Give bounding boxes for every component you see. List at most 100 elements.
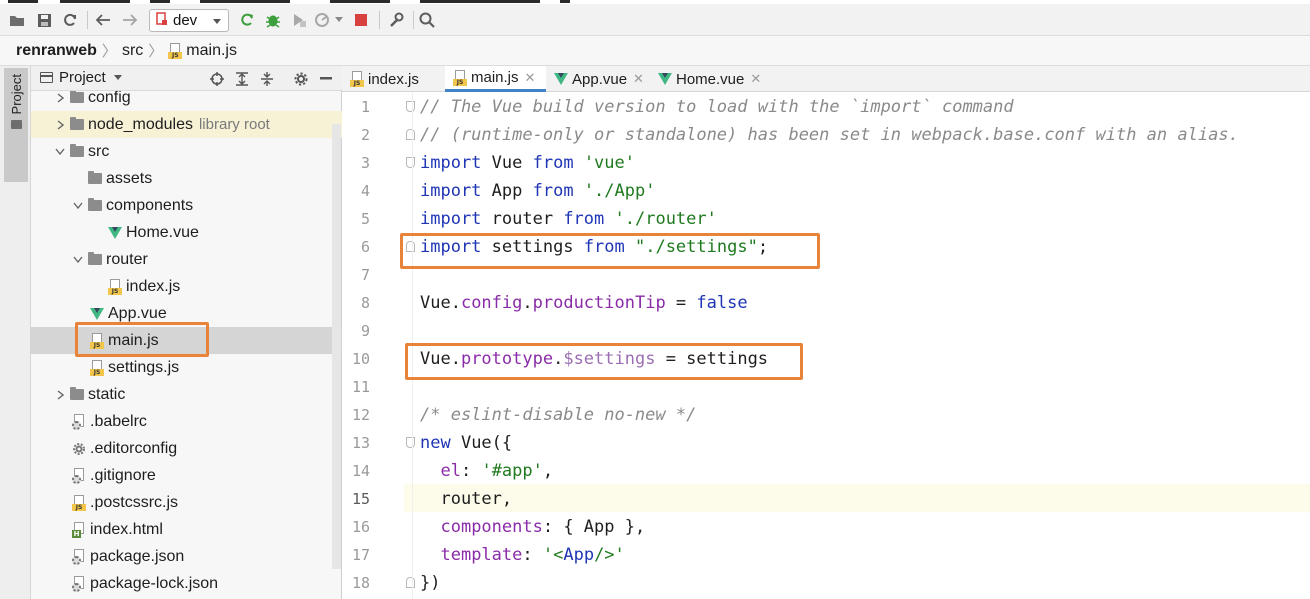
breadcrumb-folder[interactable]: src [122, 42, 143, 60]
run-icon[interactable] [236, 8, 258, 32]
code-line: /* eslint-disable no-new */ [420, 401, 696, 429]
tree-item-settings-js[interactable]: JS settings.js [31, 354, 342, 381]
fold-marker-icon[interactable] [406, 157, 415, 168]
code-token: '< [542, 545, 564, 565]
project-panel: Project config node_modules library root… [31, 66, 342, 599]
code-token: false [696, 293, 748, 313]
tree-item-assets[interactable]: assets [31, 165, 342, 192]
line-number: 7 [360, 266, 370, 284]
tree-item-package-json[interactable]: package.json [31, 543, 342, 570]
tab-app-vue[interactable]: App.vue ✕ [546, 66, 650, 92]
tab-main-js[interactable]: JS main.js ✕ [445, 66, 546, 92]
line-number: 11 [351, 378, 370, 396]
forward-icon[interactable] [119, 8, 141, 32]
tree-item-label: Home.vue [126, 223, 199, 241]
save-icon[interactable] [33, 8, 55, 32]
tree-item-label: assets [106, 169, 153, 187]
tree-item-config[interactable]: config [31, 91, 342, 111]
stop-icon[interactable] [350, 8, 372, 32]
code-token: new [420, 433, 451, 453]
tree-item-label: .gitignore [90, 466, 156, 484]
settings-wrench-icon[interactable] [385, 8, 407, 32]
vue-file-icon [89, 306, 105, 322]
gear-icon[interactable] [292, 70, 310, 88]
chevron-down-icon[interactable] [332, 8, 346, 32]
tab-index-js[interactable]: JS index.js [342, 66, 445, 92]
fold-marker-icon[interactable] [406, 437, 415, 448]
chevron-down-icon [113, 75, 122, 80]
code-editor[interactable]: 1 2 3 4 5 6 7 8 9 10 11 12 13 14 15 16 17 18 // The Vue b… [342, 92, 1310, 599]
run-config-select[interactable]: dev [149, 9, 229, 32]
code-token: . [522, 293, 533, 313]
minimize-icon[interactable] [317, 70, 335, 88]
chevron-right-icon[interactable] [53, 389, 67, 400]
tree-item-index-js[interactable]: JS index.js [31, 273, 342, 300]
tree-item-src[interactable]: src [31, 138, 342, 165]
sync-icon[interactable] [59, 8, 81, 32]
code-token: = [665, 293, 697, 313]
tab-home-vue[interactable]: Home.vue ✕ [650, 66, 770, 92]
tree-item-label: package.json [90, 547, 185, 565]
close-icon[interactable]: ✕ [525, 70, 536, 86]
project-view-select[interactable]: Project [40, 69, 122, 86]
main-toolbar: dev [0, 4, 1310, 36]
chevron-down-icon[interactable] [71, 256, 85, 263]
tree-item-label: package-lock.json [90, 574, 219, 592]
tree-item-package-lock-json[interactable]: package-lock.json [31, 570, 342, 597]
tree-item-components[interactable]: components [31, 192, 342, 219]
code-token: : [460, 461, 482, 481]
chevron-down-icon[interactable] [71, 202, 85, 209]
chevron-right-icon[interactable] [53, 92, 67, 103]
fold-marker-icon[interactable] [406, 577, 415, 588]
fold-marker-icon[interactable] [406, 129, 415, 140]
locate-icon[interactable] [208, 70, 226, 88]
coverage-icon[interactable] [288, 8, 310, 32]
tree-item-index-html[interactable]: H index.html [31, 516, 342, 543]
run-config-label: dev [173, 12, 198, 29]
tree-item-babelrc[interactable]: .babelrc [31, 408, 342, 435]
project-tool-tab[interactable]: Project [4, 68, 28, 182]
tree-item-home-vue[interactable]: Home.vue [31, 219, 342, 246]
open-folder-icon[interactable] [6, 8, 28, 32]
expand-all-icon[interactable] [233, 70, 251, 88]
vue-file-icon [554, 73, 568, 85]
back-icon[interactable] [92, 8, 114, 32]
config-file-icon [71, 548, 87, 565]
line-number: 14 [351, 462, 370, 480]
tree-item-postcssrc-js[interactable]: JS .postcssrc.js [31, 489, 342, 516]
tree-item-editorconfig[interactable]: .editorconfig [31, 435, 342, 462]
tree-item-label: .babelrc [90, 412, 147, 430]
tree-item-router[interactable]: router [31, 246, 342, 273]
highlight-box-prototype-settings [405, 343, 803, 380]
breadcrumb-file[interactable]: main.js [186, 42, 237, 60]
debug-icon[interactable] [262, 8, 284, 32]
tree-scrollbar[interactable] [332, 124, 341, 569]
code-line: el: '#app', [420, 457, 553, 485]
code-token: />' [594, 545, 625, 565]
js-file-icon: JS [71, 494, 87, 511]
code-line: Vue.config.productionTip = false [420, 289, 748, 317]
tree-item-gitignore[interactable]: .gitignore [31, 462, 342, 489]
config-file-icon [71, 575, 87, 592]
collapse-all-icon[interactable] [258, 70, 276, 88]
chevron-right-icon[interactable] [53, 119, 67, 130]
profile-icon[interactable] [312, 8, 334, 32]
search-icon[interactable] [416, 8, 438, 32]
code-line: }) [420, 569, 440, 597]
code-line: import router from './router' [420, 205, 717, 233]
close-icon[interactable]: ✕ [750, 71, 761, 87]
project-tool-tab-label: Project [8, 74, 24, 115]
breadcrumb-project[interactable]: renranweb [16, 42, 97, 60]
close-icon[interactable]: ✕ [633, 71, 644, 87]
tree-item-node-modules[interactable]: node_modules library root [31, 111, 342, 138]
tree-item-label: config [88, 91, 131, 106]
fold-marker-icon[interactable] [406, 101, 415, 112]
tree-item-label: .editorconfig [90, 439, 178, 457]
tab-label: Home.vue [676, 70, 745, 88]
tree-item-static[interactable]: static [31, 381, 342, 408]
code-token: Vue. [420, 293, 461, 313]
js-file-icon: JS [89, 359, 105, 376]
chevron-down-icon[interactable] [53, 148, 67, 155]
